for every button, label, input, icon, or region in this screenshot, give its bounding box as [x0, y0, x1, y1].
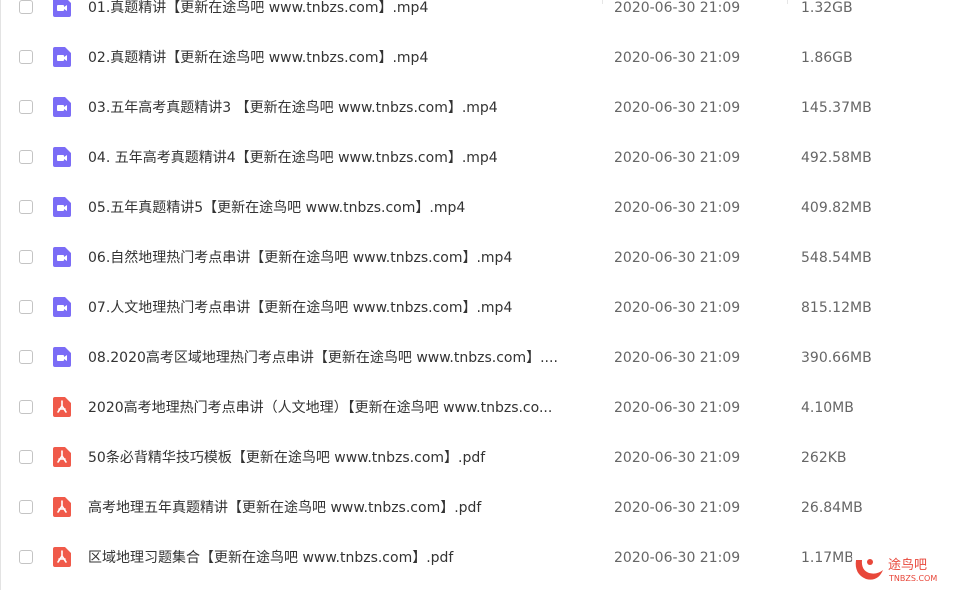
file-row[interactable]: 01.真题精讲【更新在途鸟吧 www.tnbzs.com】.mp4 2020-06…	[1, 0, 954, 33]
file-size: 492.58MB	[801, 150, 872, 166]
row-checkbox[interactable]	[19, 150, 33, 164]
file-name[interactable]: 2020高考地理热门考点串讲（人文地理）【更新在途鸟吧 www.tnbzs.co…	[88, 383, 590, 433]
file-row[interactable]: 2020高考地理热门考点串讲（人文地理）【更新在途鸟吧 www.tnbzs.co…	[1, 383, 954, 433]
row-checkbox[interactable]	[19, 300, 33, 314]
file-name[interactable]: 07.人文地理热门考点串讲【更新在途鸟吧 www.tnbzs.com】.mp4	[88, 283, 590, 333]
column-divider	[602, 0, 603, 4]
file-size: 1.32GB	[801, 0, 853, 16]
row-checkbox[interactable]	[19, 350, 33, 364]
file-size: 1.17MB	[801, 550, 854, 566]
file-modified-date: 2020-06-30 21:09	[614, 50, 741, 66]
pdf-file-icon	[51, 396, 73, 418]
file-modified-date: 2020-06-30 21:09	[614, 500, 741, 516]
row-checkbox[interactable]	[19, 50, 33, 64]
file-name[interactable]: 01.真题精讲【更新在途鸟吧 www.tnbzs.com】.mp4	[88, 0, 590, 33]
file-row[interactable]: 08.2020高考区域地理热门考点串讲【更新在途鸟吧 www.tnbzs.com…	[1, 333, 954, 383]
file-size: 26.84MB	[801, 500, 863, 516]
file-size: 4.10MB	[801, 400, 854, 416]
pdf-file-icon	[51, 496, 73, 518]
file-modified-date: 2020-06-30 21:09	[614, 250, 741, 266]
file-name[interactable]: 03.五年高考真题精讲3 【更新在途鸟吧 www.tnbzs.com】.mp4	[88, 83, 590, 133]
file-name[interactable]: 02.真题精讲【更新在途鸟吧 www.tnbzs.com】.mp4	[88, 33, 590, 83]
video-file-icon	[51, 296, 73, 318]
file-name[interactable]: 区域地理习题集合【更新在途鸟吧 www.tnbzs.com】.pdf	[88, 533, 590, 583]
file-row[interactable]: 区域地理习题集合【更新在途鸟吧 www.tnbzs.com】.pdf 2020-0…	[1, 533, 954, 583]
file-modified-date: 2020-06-30 21:09	[614, 150, 741, 166]
file-name[interactable]: 08.2020高考区域地理热门考点串讲【更新在途鸟吧 www.tnbzs.com…	[88, 333, 590, 383]
file-row[interactable]: 50条必背精华技巧模板【更新在途鸟吧 www.tnbzs.com】.pdf 202…	[1, 433, 954, 483]
file-list: 01.真题精讲【更新在途鸟吧 www.tnbzs.com】.mp4 2020-06…	[1, 0, 954, 583]
file-size: 390.66MB	[801, 350, 872, 366]
file-modified-date: 2020-06-30 21:09	[614, 300, 741, 316]
file-name[interactable]: 04. 五年高考真题精讲4【更新在途鸟吧 www.tnbzs.com】.mp4	[88, 133, 590, 183]
file-row[interactable]: 04. 五年高考真题精讲4【更新在途鸟吧 www.tnbzs.com】.mp4 2…	[1, 133, 954, 183]
file-row[interactable]: 02.真题精讲【更新在途鸟吧 www.tnbzs.com】.mp4 2020-06…	[1, 33, 954, 83]
file-modified-date: 2020-06-30 21:09	[614, 200, 741, 216]
file-modified-date: 2020-06-30 21:09	[614, 0, 741, 16]
row-checkbox[interactable]	[19, 200, 33, 214]
watermark-text: 途鸟吧	[888, 557, 927, 573]
video-file-icon	[51, 246, 73, 268]
file-modified-date: 2020-06-30 21:09	[614, 550, 741, 566]
row-checkbox[interactable]	[19, 550, 33, 564]
row-checkbox[interactable]	[19, 100, 33, 114]
video-file-icon	[51, 46, 73, 68]
column-divider	[787, 0, 788, 4]
file-size: 145.37MB	[801, 100, 872, 116]
file-row[interactable]: 高考地理五年真题精讲【更新在途鸟吧 www.tnbzs.com】.pdf 2020…	[1, 483, 954, 533]
file-size: 548.54MB	[801, 250, 872, 266]
file-list-panel: 01.真题精讲【更新在途鸟吧 www.tnbzs.com】.mp4 2020-06…	[0, 0, 954, 590]
video-file-icon	[51, 0, 73, 18]
row-checkbox[interactable]	[19, 0, 33, 14]
video-file-icon	[51, 96, 73, 118]
file-size: 815.12MB	[801, 300, 872, 316]
row-checkbox[interactable]	[19, 250, 33, 264]
file-row[interactable]: 03.五年高考真题精讲3 【更新在途鸟吧 www.tnbzs.com】.mp4 2…	[1, 83, 954, 133]
pdf-file-icon	[51, 546, 73, 568]
video-file-icon	[51, 146, 73, 168]
file-size: 409.82MB	[801, 200, 872, 216]
file-row[interactable]: 07.人文地理热门考点串讲【更新在途鸟吧 www.tnbzs.com】.mp4 2…	[1, 283, 954, 333]
file-modified-date: 2020-06-30 21:09	[614, 350, 741, 366]
file-size: 1.86GB	[801, 50, 853, 66]
row-checkbox[interactable]	[19, 450, 33, 464]
file-row[interactable]: 05.五年真题精讲5【更新在途鸟吧 www.tnbzs.com】.mp4 2020…	[1, 183, 954, 233]
watermark-url: TNBZS.COM	[888, 574, 937, 583]
file-row[interactable]: 06.自然地理热门考点串讲【更新在途鸟吧 www.tnbzs.com】.mp4 2…	[1, 233, 954, 283]
file-name[interactable]: 06.自然地理热门考点串讲【更新在途鸟吧 www.tnbzs.com】.mp4	[88, 233, 590, 283]
file-name[interactable]: 05.五年真题精讲5【更新在途鸟吧 www.tnbzs.com】.mp4	[88, 183, 590, 233]
row-checkbox[interactable]	[19, 500, 33, 514]
watermark-logo: 途鸟吧 TNBZS.COM	[852, 552, 948, 586]
file-modified-date: 2020-06-30 21:09	[614, 100, 741, 116]
file-modified-date: 2020-06-30 21:09	[614, 450, 741, 466]
file-modified-date: 2020-06-30 21:09	[614, 400, 741, 416]
pdf-file-icon	[51, 446, 73, 468]
file-name[interactable]: 高考地理五年真题精讲【更新在途鸟吧 www.tnbzs.com】.pdf	[88, 483, 590, 533]
video-file-icon	[51, 346, 73, 368]
file-size: 262KB	[801, 450, 847, 466]
video-file-icon	[51, 196, 73, 218]
row-checkbox[interactable]	[19, 400, 33, 414]
file-name[interactable]: 50条必背精华技巧模板【更新在途鸟吧 www.tnbzs.com】.pdf	[88, 433, 590, 483]
